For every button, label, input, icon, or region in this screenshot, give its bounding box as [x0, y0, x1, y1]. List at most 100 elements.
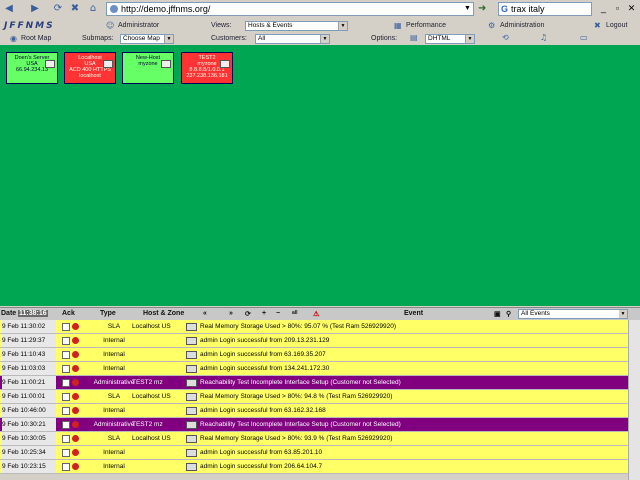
back-icon[interactable]: ◀ [3, 2, 15, 16]
sound-icon[interactable]: ♫ [540, 33, 547, 42]
event-row[interactable]: 9 Feb 10:30:21 Administrative TEST2 mz Reac… [0, 418, 628, 432]
event-row[interactable]: 9 Feb 11:00:01 SLA Localhost US Real Memory… [0, 390, 628, 404]
root-map-link[interactable]: Root Map [21, 35, 51, 42]
restore-icon[interactable]: ▫ [612, 3, 623, 14]
minimize-icon[interactable]: _ [598, 3, 609, 14]
host-box[interactable]: TEST2 myzone 8.8.8.8/1.0.0.1 237.238.136… [181, 52, 233, 84]
host-zone-header[interactable]: Host & Zone [143, 310, 184, 317]
event-detail-icon[interactable] [186, 449, 197, 457]
ack-checkbox[interactable] [62, 379, 70, 387]
customers-select[interactable]: All ▼ [255, 34, 330, 44]
event-detail-icon[interactable] [186, 365, 197, 373]
event-detail-icon[interactable] [186, 407, 197, 415]
close-icon[interactable]: ✕ [626, 3, 637, 14]
stop-icon[interactable] [72, 449, 79, 456]
home-icon[interactable]: ⌂ [87, 2, 99, 16]
stop-icon[interactable] [72, 435, 79, 442]
event-row[interactable]: 9 Feb 11:00:21 Administrative TEST2 mz Reac… [0, 376, 628, 390]
event-detail-icon[interactable] [186, 463, 197, 471]
logout-link[interactable]: Logout [606, 22, 627, 29]
search-input[interactable] [511, 3, 589, 15]
all-link[interactable]: all [292, 310, 298, 316]
stop-icon[interactable] [72, 393, 79, 400]
event-header[interactable]: Event [404, 310, 423, 317]
host-box[interactable]: Localhost USA ACD 400 HTTPS localhost [64, 52, 116, 84]
ack-checkbox[interactable] [62, 351, 70, 359]
ack-checkbox[interactable] [62, 435, 70, 443]
event-text: Reachability Test Incomplete Interface S… [200, 379, 401, 386]
forward-icon[interactable]: ▶ [29, 2, 41, 16]
host-map: Doen's Server USA 66.94.234.13 Localhost… [0, 45, 640, 306]
event-date: 9 Feb 11:30:02 [2, 320, 56, 333]
stop-icon[interactable]: ✖ [69, 2, 81, 16]
host-box[interactable]: Doen's Server USA 66.94.234.13 [6, 52, 58, 84]
ack-checkbox[interactable] [62, 463, 70, 471]
event-detail-icon[interactable] [186, 421, 197, 429]
event-row[interactable]: 9 Feb 11:10:43 Internal admin Login succes… [0, 348, 628, 362]
chevron-down-icon: ▼ [338, 22, 347, 30]
administration-link[interactable]: Administration [500, 22, 544, 29]
event-filter-select[interactable]: All Events ▼ [518, 309, 628, 319]
alert-icon[interactable]: ⚠ [313, 310, 319, 318]
event-detail-icon[interactable] [186, 435, 197, 443]
stop-icon[interactable] [72, 379, 79, 386]
performance-link[interactable]: Performance [406, 22, 446, 29]
stop-icon[interactable] [72, 337, 79, 344]
event-date: 9 Feb 10:30:05 [2, 432, 56, 445]
next-page-icon[interactable]: » [229, 310, 233, 317]
export-icon[interactable]: ▣ [494, 310, 501, 318]
date-header[interactable]: Date [1, 310, 16, 317]
url-input[interactable] [121, 3, 451, 15]
ack-checkbox[interactable] [62, 393, 70, 401]
event-detail-icon[interactable] [186, 379, 197, 387]
reload-icon[interactable]: ⟳ [52, 2, 64, 16]
window-icon[interactable]: ▭ [580, 33, 588, 42]
ack-checkbox[interactable] [62, 407, 70, 415]
options-select[interactable]: DHTML ▼ [425, 34, 475, 44]
host-box[interactable]: New-Host myzone [122, 52, 174, 84]
stop-icon[interactable] [72, 463, 79, 470]
ack-checkbox[interactable] [62, 323, 70, 331]
collapse-icon[interactable]: − [276, 310, 280, 317]
stop-icon[interactable] [72, 323, 79, 330]
address-bar[interactable]: ▼ [106, 2, 474, 16]
event-text: Real Memory Storage Used > 80%: 94.8 % (… [200, 393, 393, 400]
event-row[interactable]: 9 Feb 10:23:15 Internal admin Login succes… [0, 460, 628, 474]
stop-icon[interactable] [72, 421, 79, 428]
event-row[interactable]: 9 Feb 10:46:00 Internal admin Login succes… [0, 404, 628, 418]
chevron-down-icon[interactable]: ▼ [463, 4, 472, 14]
event-date: 9 Feb 10:23:15 [2, 460, 56, 473]
user-label: Administrator [118, 22, 160, 29]
refresh-icon[interactable]: ⟲ [502, 33, 509, 42]
expand-icon[interactable]: + [262, 310, 266, 317]
type-header[interactable]: Type [100, 310, 116, 317]
server-icon [45, 60, 55, 68]
ack-checkbox[interactable] [62, 421, 70, 429]
stop-icon[interactable] [72, 351, 79, 358]
go-icon[interactable]: ➜ [478, 3, 490, 15]
event-row[interactable]: 9 Feb 11:29:37 Internal admin Login succes… [0, 334, 628, 348]
submaps-select[interactable]: Choose Map ▼ [120, 34, 174, 44]
events-scrollbar[interactable] [628, 320, 640, 480]
event-row[interactable]: 9 Feb 11:03:03 Internal admin Login succes… [0, 362, 628, 376]
search-box[interactable]: G [498, 2, 592, 16]
ack-checkbox[interactable] [62, 365, 70, 373]
app-logo: JFFNMS [4, 21, 55, 31]
event-detail-icon[interactable] [186, 351, 197, 359]
event-row[interactable]: 9 Feb 10:30:05 SLA Localhost US Real Memory… [0, 432, 628, 446]
first-page-icon[interactable]: « [203, 310, 207, 317]
filter-icon[interactable]: ⚲ [506, 310, 511, 318]
views-select[interactable]: Hosts & Events ▼ [245, 21, 348, 31]
stop-icon[interactable] [72, 365, 79, 372]
ack-header[interactable]: Ack [62, 310, 75, 317]
event-detail-icon[interactable] [186, 393, 197, 401]
ack-checkbox[interactable] [62, 449, 70, 457]
event-detail-icon[interactable] [186, 323, 197, 331]
stop-icon[interactable] [72, 407, 79, 414]
event-detail-icon[interactable] [186, 337, 197, 345]
ack-checkbox[interactable] [62, 337, 70, 345]
event-date: 9 Feb 11:03:03 [2, 362, 56, 375]
event-row[interactable]: 9 Feb 10:25:34 Internal admin Login succes… [0, 446, 628, 460]
event-row[interactable]: 9 Feb 11:30:02 SLA Localhost US Real Memory… [0, 320, 628, 334]
refresh-icon[interactable]: ⟳ [245, 310, 251, 318]
